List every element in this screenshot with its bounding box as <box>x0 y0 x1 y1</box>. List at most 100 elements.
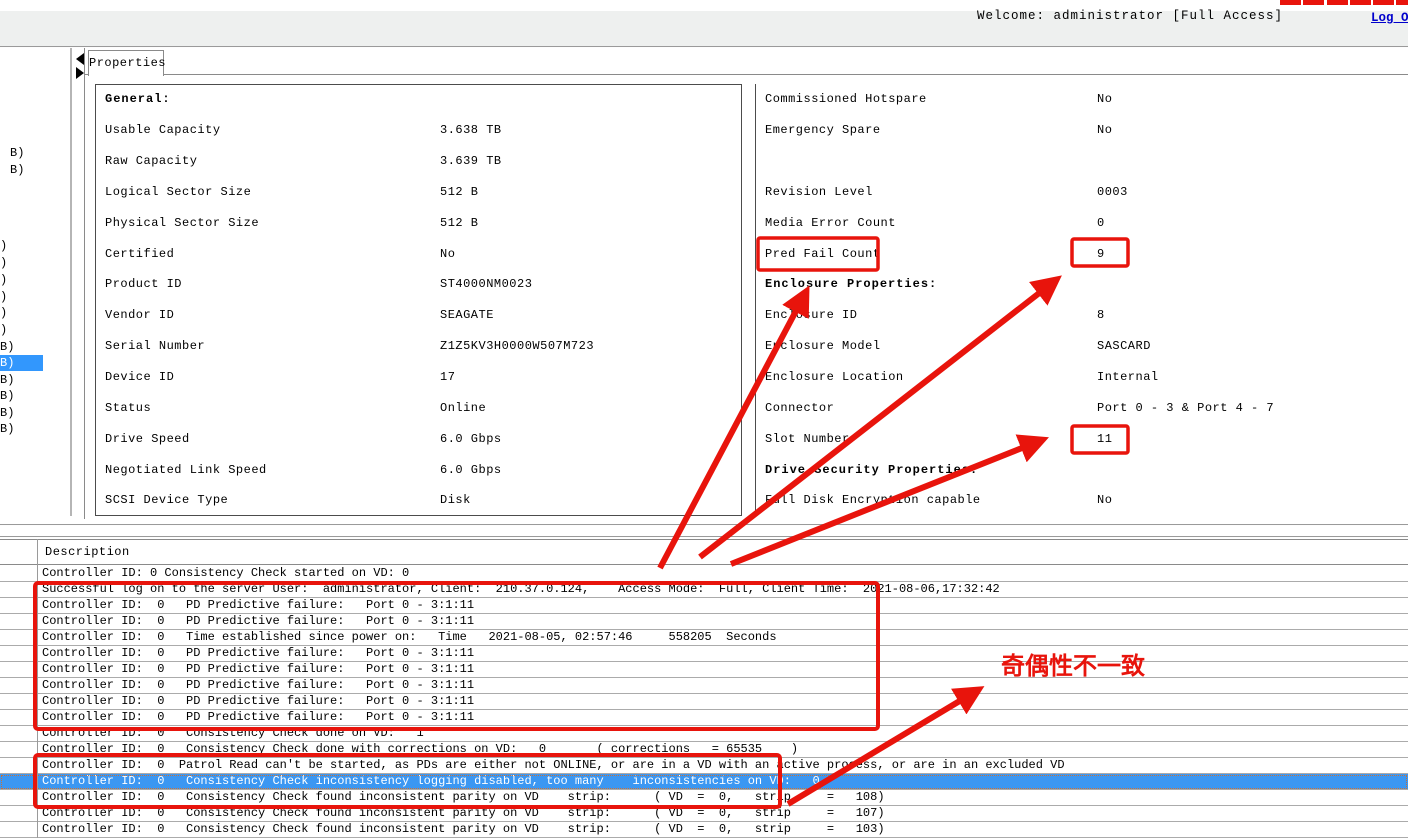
log-row[interactable]: Controller ID: 0 PD Predictive failure: … <box>0 614 1408 630</box>
log-row[interactable]: Controller ID: 0 PD Predictive failure: … <box>0 598 1408 614</box>
tree-item[interactable]: B) <box>0 372 14 388</box>
log-row[interactable]: Controller ID: 0 PD Predictive failure: … <box>0 678 1408 694</box>
property-row: Pred Fail Count9 <box>755 238 1408 269</box>
property-value: 17 <box>440 370 742 384</box>
property-value: 9 <box>1097 247 1408 261</box>
log-row[interactable]: Controller ID: 0 Consistency Check done … <box>0 742 1408 758</box>
property-row: StatusOnline <box>95 392 742 423</box>
property-label: Drive Security Properties: <box>755 463 1097 477</box>
property-row: Drive Speed6.0 Gbps <box>95 423 742 454</box>
property-value: Disk <box>440 493 742 507</box>
property-value: SEAGATE <box>440 308 742 322</box>
property-row: Negotiated Link Speed6.0 Gbps <box>95 454 742 485</box>
property-label: Revision Level <box>755 185 1097 199</box>
splitter-line2-highlight <box>0 537 1408 538</box>
property-row: Full Disk Encryption capableNo <box>755 485 1408 516</box>
property-label: Vendor ID <box>95 308 440 322</box>
log-header-row: Description <box>0 540 1408 565</box>
property-value: Z1Z5KV3H0000W507M723 <box>440 339 742 353</box>
tab-scroll-left-icon[interactable] <box>76 53 84 65</box>
log-row[interactable]: Controller ID: 0 Consistency Check found… <box>0 806 1408 822</box>
welcome-text: Welcome: administrator [Full Access] <box>977 9 1283 23</box>
property-row: Raw Capacity3.639 TB <box>95 146 742 177</box>
property-row: Usable Capacity3.638 TB <box>95 115 742 146</box>
property-label: Status <box>95 401 440 415</box>
log-row[interactable]: Successful log on to the server User: ad… <box>0 582 1408 598</box>
property-value: No <box>1097 493 1408 507</box>
property-label: Device ID <box>95 370 440 384</box>
log-column-divider <box>37 539 38 838</box>
property-label: Emergency Spare <box>755 123 1097 137</box>
tree-item[interactable]: ) <box>0 255 7 271</box>
tab-strip-line <box>84 74 1408 75</box>
property-row: Emergency SpareNo <box>755 115 1408 146</box>
log-off-link[interactable]: Log Of: <box>1371 11 1408 25</box>
app-window: Welcome: administrator [Full Access] Log… <box>0 0 1408 838</box>
property-label: Enclosure Properties: <box>755 277 1097 291</box>
tree-item[interactable]: ) <box>0 272 7 288</box>
tree-item[interactable]: ) <box>0 322 7 338</box>
tree-item[interactable]: B) <box>0 388 14 404</box>
property-value: 0 <box>1097 216 1408 230</box>
property-value: 6.0 Gbps <box>440 463 742 477</box>
tab-properties[interactable]: Properties <box>88 50 164 76</box>
property-label: Pred Fail Count <box>755 247 1097 261</box>
property-row: Logical Sector Size512 B <box>95 177 742 208</box>
property-label: SCSI Device Type <box>95 493 440 507</box>
property-value: 512 B <box>440 185 742 199</box>
redbox-top-edge-fragment <box>1280 0 1408 5</box>
property-value: Port 0 - 3 & Port 4 - 7 <box>1097 401 1408 415</box>
property-label: Serial Number <box>95 339 440 353</box>
log-row[interactable]: Controller ID: 0 Consistency Check done … <box>0 726 1408 742</box>
property-row: Revision Level0003 <box>755 177 1408 208</box>
property-value: SASCARD <box>1097 339 1408 353</box>
property-label: Slot Number <box>755 432 1097 446</box>
property-label: Full Disk Encryption capable <box>755 493 1097 507</box>
property-label: General: <box>95 92 440 106</box>
log-row[interactable]: Controller ID: 0 Consistency Check found… <box>0 822 1408 838</box>
log-row-selected[interactable]: Controller ID: 0 Consistency Check incon… <box>0 774 1408 790</box>
log-row[interactable]: Controller ID: 0 PD Predictive failure: … <box>0 710 1408 726</box>
log-row[interactable]: Controller ID: 0 Consistency Check start… <box>0 566 1408 582</box>
tree-item[interactable]: B) <box>0 339 14 355</box>
property-row: Enclosure ModelSASCARD <box>755 331 1408 362</box>
log-column-description: Description <box>45 545 130 559</box>
property-value: Online <box>440 401 742 415</box>
tree-item[interactable]: ) <box>0 289 7 305</box>
log-row[interactable]: Controller ID: 0 PD Predictive failure: … <box>0 662 1408 678</box>
tab-scroll-right-icon[interactable] <box>76 67 84 79</box>
property-value: No <box>1097 92 1408 106</box>
property-row: Vendor IDSEAGATE <box>95 300 742 331</box>
tree-item-selected[interactable]: B) <box>0 355 43 371</box>
tree-item[interactable]: B) <box>0 405 14 421</box>
property-label: Negotiated Link Speed <box>95 463 440 477</box>
property-row: Product IDST4000NM0023 <box>95 269 742 300</box>
log-row[interactable]: Controller ID: 0 Patrol Read can't be st… <box>0 758 1408 774</box>
log-row[interactable]: Controller ID: 0 Time established since … <box>0 630 1408 646</box>
property-row: Slot Number11 <box>755 423 1408 454</box>
tree-item[interactable]: B) <box>0 421 14 437</box>
device-tree-sidebar[interactable]: B)B)))))))B)B)B)B)B)B) <box>0 48 72 516</box>
tree-item[interactable]: ) <box>0 305 7 321</box>
property-value: 3.639 TB <box>440 154 742 168</box>
property-value: 512 B <box>440 216 742 230</box>
property-row: Commissioned HotspareNo <box>755 84 1408 115</box>
tree-item[interactable]: ) <box>0 238 7 254</box>
property-label: Drive Speed <box>95 432 440 446</box>
log-rows: Controller ID: 0 Consistency Check start… <box>0 566 1408 838</box>
splitter-line-highlight <box>0 525 1408 526</box>
tree-item[interactable]: B) <box>10 162 24 178</box>
property-row: Media Error Count0 <box>755 207 1408 238</box>
property-label: Commissioned Hotspare <box>755 92 1097 106</box>
property-value: 11 <box>1097 432 1408 446</box>
property-label: Enclosure Location <box>755 370 1097 384</box>
properties-column-right: Commissioned HotspareNoEmergency SpareNo… <box>755 84 1408 516</box>
log-row[interactable]: Controller ID: 0 PD Predictive failure: … <box>0 694 1408 710</box>
tree-item[interactable]: B) <box>10 145 24 161</box>
property-row: General: <box>95 84 742 115</box>
log-row[interactable]: Controller ID: 0 Consistency Check found… <box>0 790 1408 806</box>
property-label: Product ID <box>95 277 440 291</box>
log-row[interactable]: Controller ID: 0 PD Predictive failure: … <box>0 646 1408 662</box>
property-value: 0003 <box>1097 185 1408 199</box>
property-row: Drive Security Properties: <box>755 454 1408 485</box>
